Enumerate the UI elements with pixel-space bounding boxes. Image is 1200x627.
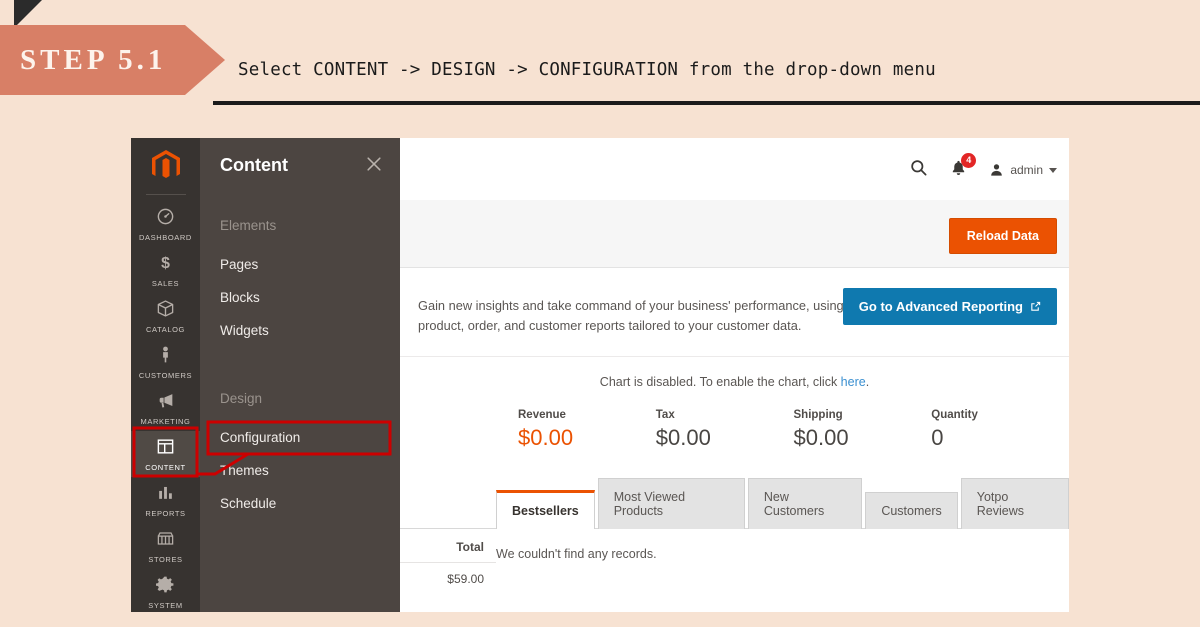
magento-logo[interactable] — [131, 138, 200, 194]
layout-icon — [156, 437, 175, 460]
user-icon — [989, 162, 1004, 178]
corner-fold-decoration — [14, 0, 42, 28]
notification-count-badge: 4 — [961, 153, 976, 168]
tab-bestsellers[interactable]: Bestsellers — [496, 490, 595, 529]
admin-user-name: admin — [1010, 163, 1043, 177]
gauge-icon — [156, 207, 175, 230]
stat-value: 0 — [931, 425, 1069, 451]
sidebar-label: CUSTOMERS — [139, 371, 192, 380]
header-actions: 4 admin — [909, 158, 1057, 182]
dollar-icon: $ — [156, 253, 175, 276]
stat-value: $0.00 — [794, 425, 932, 451]
flyout-link-pages[interactable]: Pages — [220, 257, 258, 272]
box-icon — [156, 299, 175, 322]
sidebar-label: STORES — [148, 555, 182, 564]
flyout-group-elements: Elements — [220, 218, 276, 233]
sidebar-label: SALES — [152, 279, 179, 288]
advanced-reporting-panel: Gain new insights and take command of yo… — [400, 268, 1069, 357]
stat-value: $0.00 — [518, 425, 656, 451]
sidebar-label: MARKETING — [141, 417, 191, 426]
notifications-button[interactable]: 4 — [950, 159, 967, 182]
megaphone-icon — [156, 391, 176, 414]
admin-user-menu[interactable]: admin — [989, 162, 1057, 178]
gear-icon — [156, 575, 175, 598]
tab-empty-message: We couldn't find any records. — [400, 529, 1069, 561]
flyout-title: Content — [220, 155, 288, 176]
sidebar-item-customers[interactable]: CUSTOMERS — [131, 339, 200, 385]
storefront-icon — [155, 529, 176, 552]
tab-yotpo-reviews[interactable]: Yotpo Reviews — [961, 478, 1069, 529]
dashboard-tabs: Bestsellers Most Viewed Products New Cus… — [400, 477, 1069, 529]
tab-new-customers[interactable]: New Customers — [748, 478, 862, 529]
advanced-reporting-button-label: Go to Advanced Reporting — [859, 299, 1023, 314]
flyout-link-themes[interactable]: Themes — [220, 463, 269, 478]
background-grid-cell: $59.00 — [400, 563, 496, 586]
stat-quantity: Quantity 0 — [931, 409, 1069, 451]
stat-label: Revenue — [518, 409, 656, 421]
page-actions-bar: Reload Data — [400, 200, 1069, 268]
sidebar-item-system[interactable]: SYSTEM — [131, 569, 200, 612]
stat-revenue: Revenue $0.00 — [518, 409, 656, 451]
flyout-group-design: Design — [220, 391, 262, 406]
page-root: STEP 5.1 Select CONTENT -> DESIGN -> CON… — [0, 0, 1200, 627]
flyout-link-configuration[interactable]: Configuration — [220, 430, 300, 445]
chevron-down-icon — [1049, 168, 1057, 173]
person-icon — [156, 345, 175, 368]
magento-logo-icon — [152, 150, 180, 182]
sidebar-label: CONTENT — [145, 463, 185, 472]
bar-chart-icon — [156, 483, 175, 506]
step-instruction: Select CONTENT -> DESIGN -> CONFIGURATIO… — [238, 60, 936, 80]
sidebar-label: REPORTS — [145, 509, 185, 518]
tab-most-viewed-products[interactable]: Most Viewed Products — [598, 478, 745, 529]
stat-shipping: Shipping $0.00 — [794, 409, 932, 451]
reload-data-button[interactable]: Reload Data — [949, 218, 1057, 254]
admin-sidebar: DASHBOARD $ SALES CATAL — [131, 138, 200, 612]
content-flyout-menu: Content Elements Pages Blocks Widgets De… — [200, 138, 400, 612]
stat-tax: Tax $0.00 — [656, 409, 794, 451]
stat-value: $0.00 — [656, 425, 794, 451]
search-icon[interactable] — [909, 158, 928, 182]
sidebar-label: DASHBOARD — [139, 233, 192, 242]
step-banner: STEP 5.1 — [0, 25, 225, 95]
background-grid-header: Total — [400, 534, 496, 563]
admin-header: 4 admin — [400, 138, 1069, 200]
chart-disabled-notice: Chart is disabled. To enable the chart, … — [400, 357, 1069, 403]
sidebar-item-marketing[interactable]: MARKETING — [131, 385, 200, 431]
sidebar-item-dashboard[interactable]: DASHBOARD — [131, 201, 200, 247]
tab-customers[interactable]: Customers — [865, 492, 957, 529]
stat-label: Tax — [656, 409, 794, 421]
sidebar-divider — [146, 194, 186, 195]
flyout-link-schedule[interactable]: Schedule — [220, 496, 276, 511]
step-label: STEP 5.1 — [0, 44, 166, 77]
background-grid-column: Total $59.00 — [400, 534, 496, 586]
sidebar-item-reports[interactable]: REPORTS — [131, 477, 200, 523]
chart-notice-prefix: Chart is disabled. To enable the chart, … — [600, 375, 841, 389]
go-to-advanced-reporting-button[interactable]: Go to Advanced Reporting — [843, 288, 1057, 325]
sidebar-label: CATALOG — [146, 325, 185, 334]
sidebar-item-sales[interactable]: $ SALES — [131, 247, 200, 293]
sidebar-item-content[interactable]: CONTENT — [131, 431, 200, 477]
dashboard-stats: Revenue $0.00 Tax $0.00 Shipping $0.00 Q… — [400, 403, 1069, 477]
close-icon[interactable] — [364, 154, 384, 174]
flyout-link-widgets[interactable]: Widgets — [220, 323, 269, 338]
sidebar-item-catalog[interactable]: CATALOG — [131, 293, 200, 339]
admin-screenshot: 4 admin Reload Data Gain new in — [131, 138, 1069, 612]
enable-chart-link[interactable]: here — [841, 375, 866, 389]
stat-label: Shipping — [794, 409, 932, 421]
chart-notice-suffix: . — [866, 375, 869, 389]
sidebar-label: SYSTEM — [148, 601, 182, 610]
banner-underline — [213, 101, 1200, 105]
flyout-link-blocks[interactable]: Blocks — [220, 290, 260, 305]
stat-label: Quantity — [931, 409, 1069, 421]
svg-text:$: $ — [161, 255, 170, 272]
admin-main-content: 4 admin Reload Data Gain new in — [400, 138, 1069, 612]
sidebar-item-stores[interactable]: STORES — [131, 523, 200, 569]
external-link-icon — [1030, 301, 1041, 312]
